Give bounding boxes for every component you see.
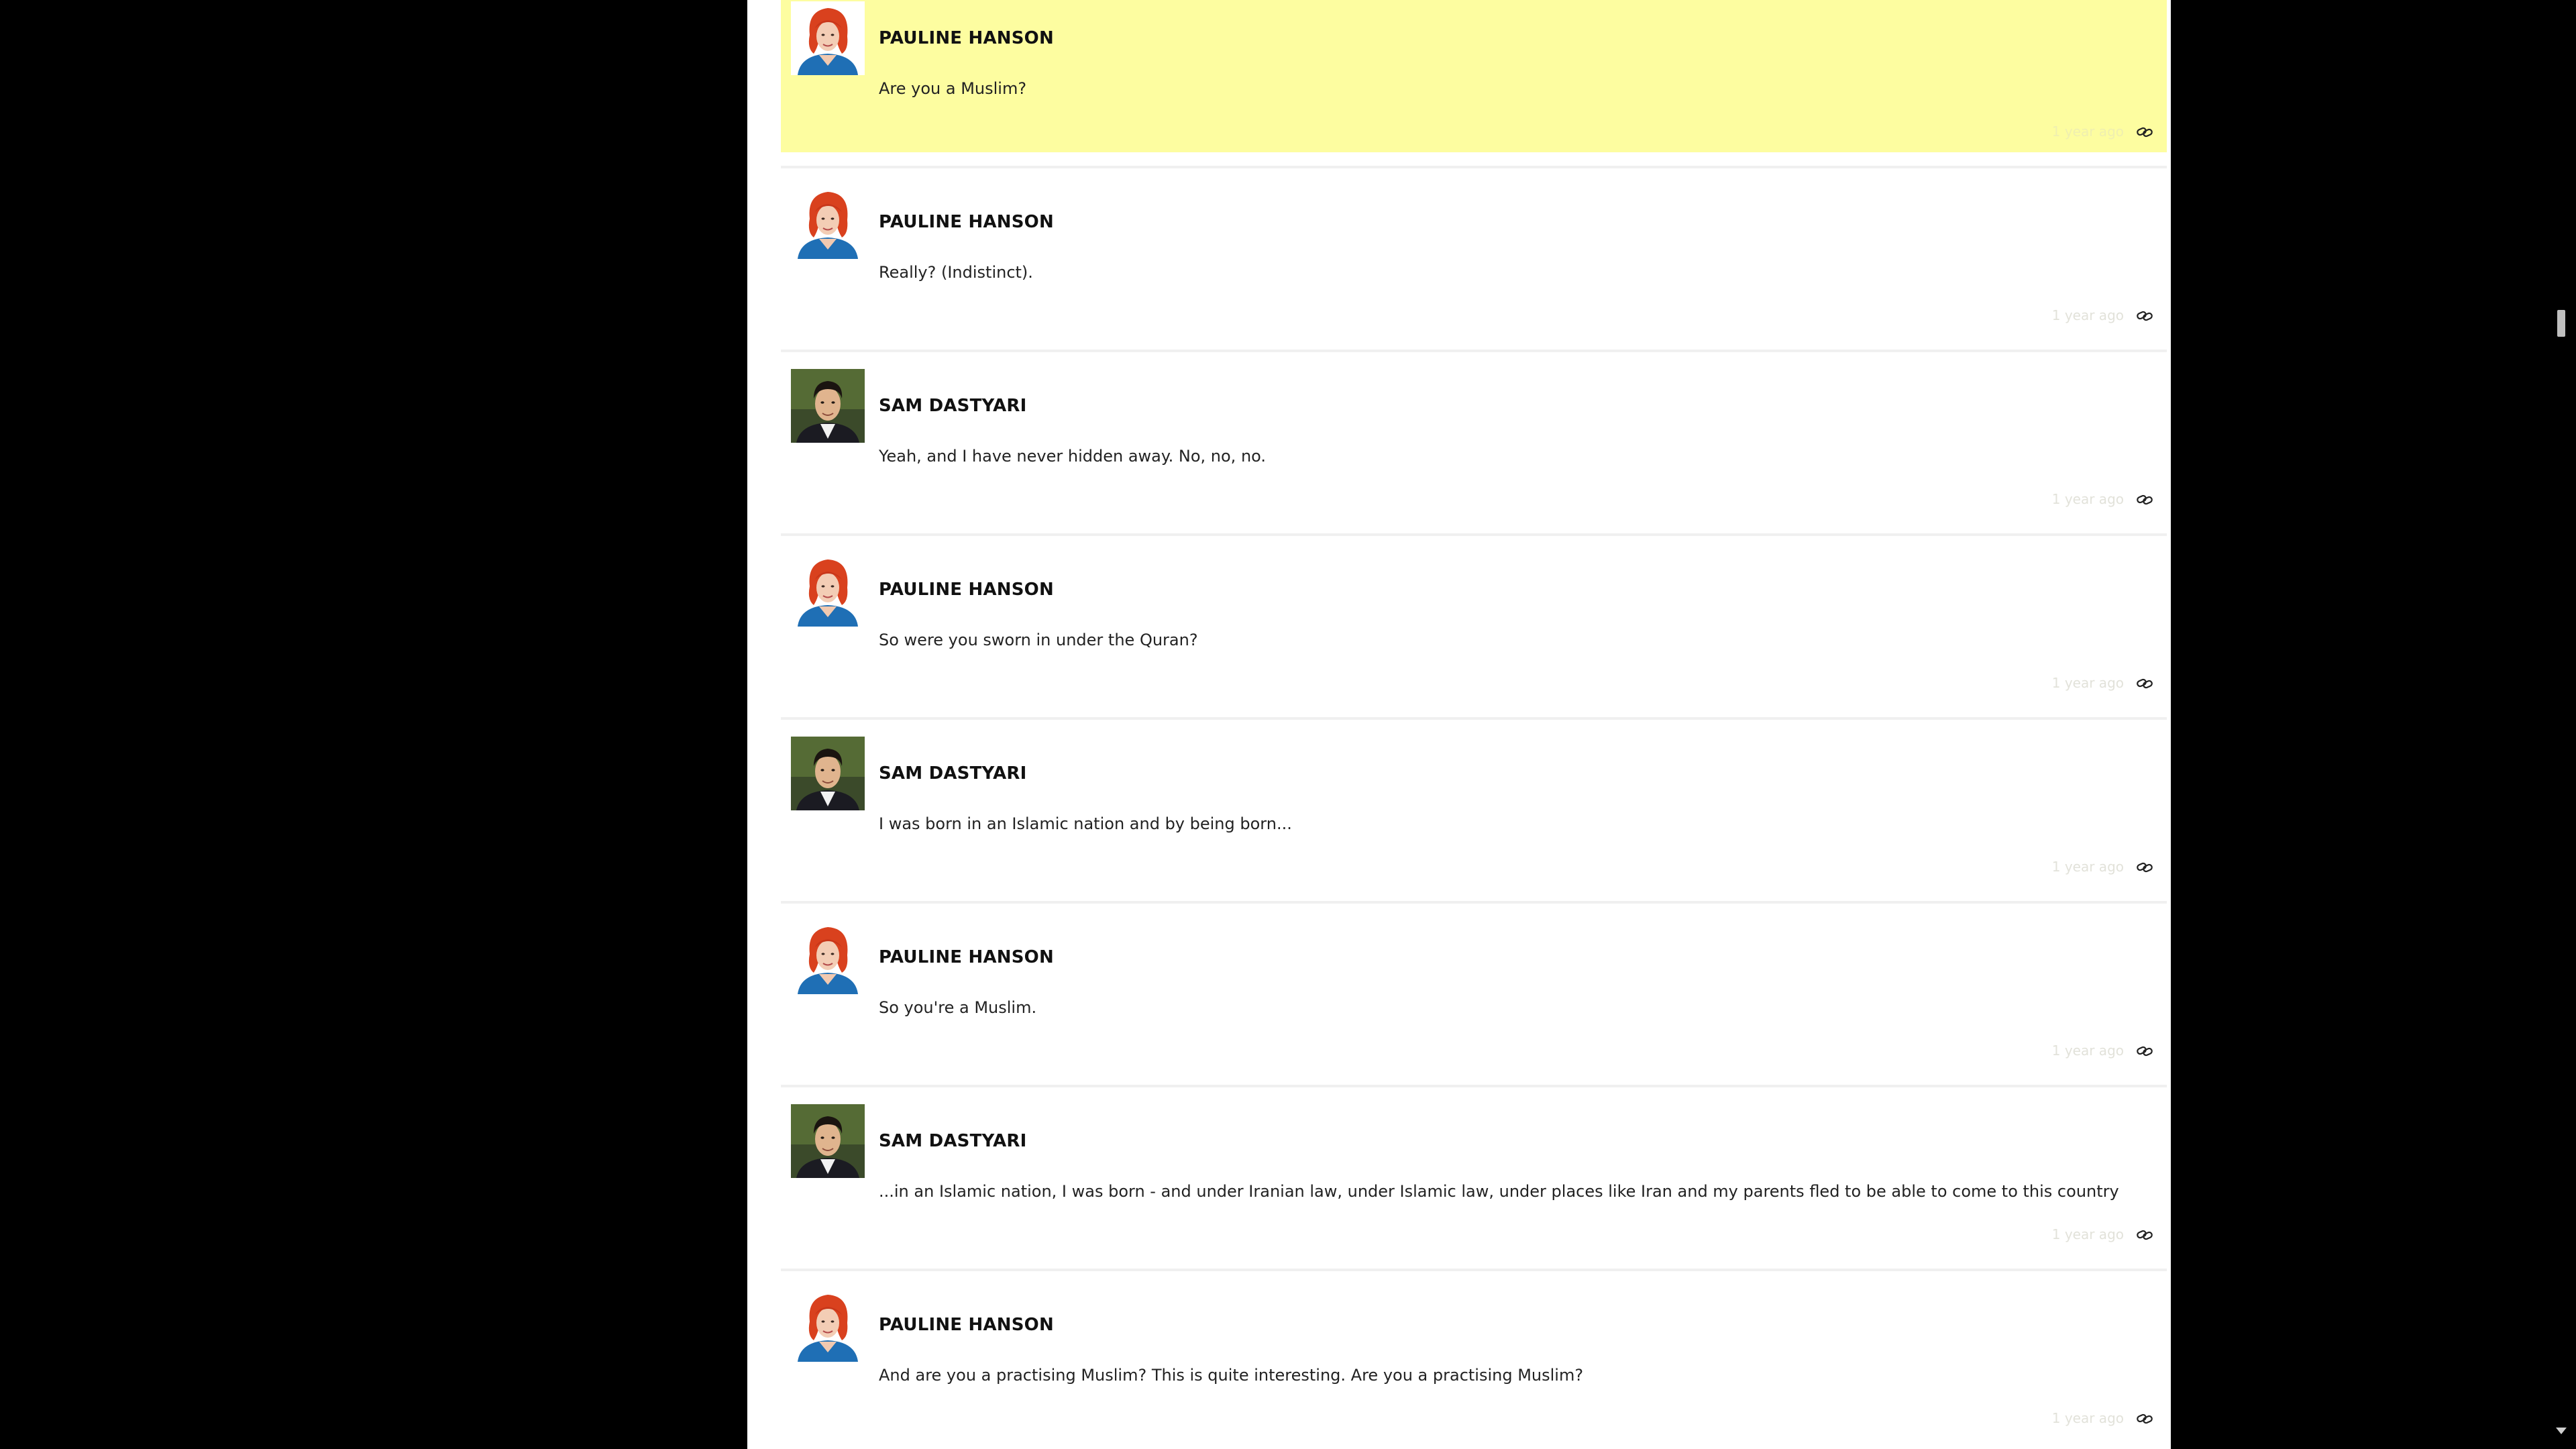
speaker-name[interactable]: SAM DASTYARI bbox=[879, 1131, 1027, 1151]
link-icon[interactable] bbox=[2135, 674, 2155, 694]
statement-text: So you're a Muslim. bbox=[879, 998, 1037, 1017]
statement-text: So were you sworn in under the Quran? bbox=[879, 631, 1198, 649]
link-icon[interactable] bbox=[2135, 122, 2155, 142]
timestamp: 1 year ago bbox=[2051, 1042, 2124, 1059]
speaker-name[interactable]: PAULINE HANSON bbox=[879, 212, 1054, 232]
link-icon[interactable] bbox=[2135, 490, 2155, 510]
sam-dastyari-avatar[interactable] bbox=[791, 369, 865, 443]
statement-text: Yeah, and I have never hidden away. No, … bbox=[879, 447, 1267, 466]
statement-text: Are you a Muslim? bbox=[879, 79, 1027, 98]
sam-dastyari-avatar[interactable] bbox=[791, 1104, 865, 1178]
scroll-down-arrow-icon[interactable] bbox=[2556, 1428, 2567, 1434]
statement-text: I was born in an Islamic nation and by b… bbox=[879, 814, 1292, 833]
pauline-hanson-avatar[interactable] bbox=[791, 920, 865, 994]
statement-text: And are you a practising Muslim? This is… bbox=[879, 1366, 1584, 1385]
timestamp: 1 year ago bbox=[2051, 123, 2124, 140]
pauline-hanson-avatar[interactable] bbox=[791, 185, 865, 259]
sam-dastyari-avatar[interactable] bbox=[791, 737, 865, 810]
transcript-entry: PAULINE HANSON And are you a practising … bbox=[781, 1287, 2167, 1439]
timestamp: 1 year ago bbox=[2051, 675, 2124, 691]
transcript-entry: SAM DASTYARI I was born in an Islamic na… bbox=[781, 735, 2167, 904]
link-icon[interactable] bbox=[2135, 1225, 2155, 1245]
speaker-name[interactable]: PAULINE HANSON bbox=[879, 1315, 1054, 1335]
speaker-name[interactable]: SAM DASTYARI bbox=[879, 763, 1027, 784]
transcript-entry: SAM DASTYARI Yeah, and I have never hidd… bbox=[781, 368, 2167, 536]
transcript-entry: PAULINE HANSON Really? (Indistinct). 1 y… bbox=[781, 184, 2167, 352]
timestamp: 1 year ago bbox=[2051, 859, 2124, 875]
timestamp: 1 year ago bbox=[2051, 307, 2124, 323]
scrollbar-thumb[interactable] bbox=[2557, 310, 2565, 337]
timestamp: 1 year ago bbox=[2051, 491, 2124, 507]
pauline-hanson-avatar[interactable] bbox=[791, 1288, 865, 1362]
link-icon[interactable] bbox=[2135, 857, 2155, 877]
speaker-name[interactable]: PAULINE HANSON bbox=[879, 28, 1054, 48]
transcript-entry: PAULINE HANSON Are you a Muslim? 1 year … bbox=[781, 0, 2167, 168]
statement-text: Really? (Indistinct). bbox=[879, 263, 1033, 282]
speaker-name[interactable]: SAM DASTYARI bbox=[879, 396, 1027, 416]
transcript-entry: PAULINE HANSON So were you sworn in unde… bbox=[781, 551, 2167, 720]
speaker-name[interactable]: PAULINE HANSON bbox=[879, 580, 1054, 600]
pauline-hanson-avatar[interactable] bbox=[791, 553, 865, 627]
speaker-name[interactable]: PAULINE HANSON bbox=[879, 947, 1054, 967]
transcript-page: PAULINE HANSON Are you a Muslim? 1 year … bbox=[747, 0, 2171, 1449]
statement-text: ...in an Islamic nation, I was born - an… bbox=[879, 1182, 2119, 1201]
link-icon[interactable] bbox=[2135, 1041, 2155, 1061]
link-icon[interactable] bbox=[2135, 1409, 2155, 1429]
link-icon[interactable] bbox=[2135, 306, 2155, 326]
transcript-entry: PAULINE HANSON So you're a Muslim. 1 yea… bbox=[781, 919, 2167, 1087]
transcript-list: PAULINE HANSON Are you a Muslim? 1 year … bbox=[781, 0, 2167, 1449]
transcript-entry: SAM DASTYARI ...in an Islamic nation, I … bbox=[781, 1103, 2167, 1271]
pauline-hanson-avatar[interactable] bbox=[791, 1, 865, 75]
timestamp: 1 year ago bbox=[2051, 1410, 2124, 1426]
browser-viewport: PAULINE HANSON Are you a Muslim? 1 year … bbox=[0, 0, 2576, 1449]
timestamp: 1 year ago bbox=[2051, 1226, 2124, 1242]
